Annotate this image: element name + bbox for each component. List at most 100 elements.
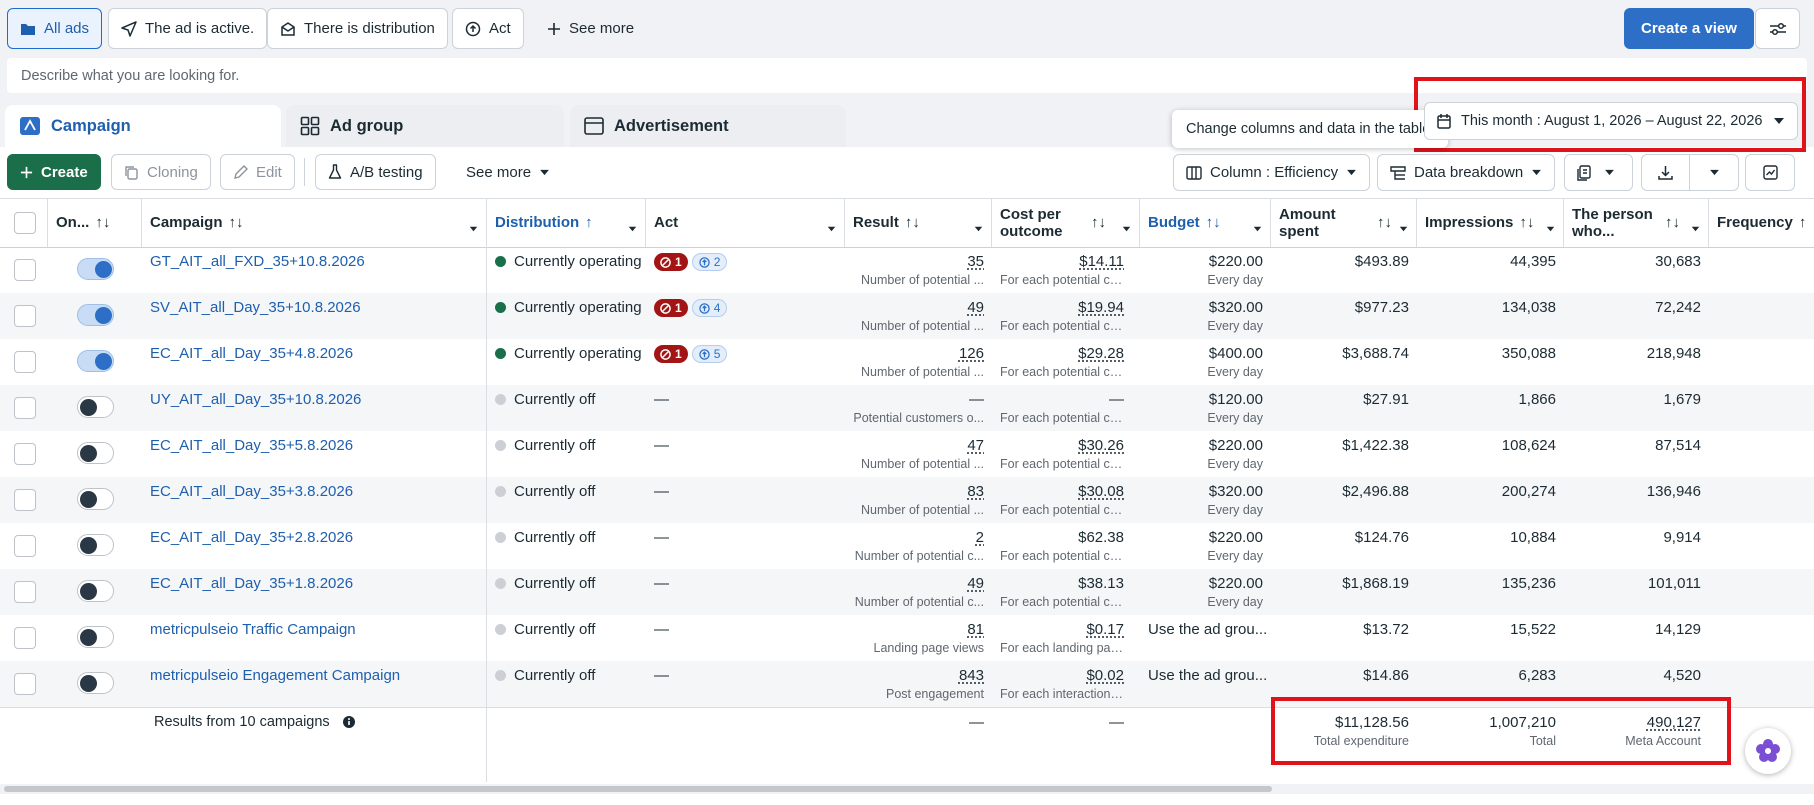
campaign-link[interactable]: SV_AIT_all_Day_35+10.8.2026 — [150, 299, 361, 316]
export-menu-button[interactable] — [1689, 154, 1739, 191]
campaign-toggle[interactable] — [77, 304, 114, 326]
campaign-link[interactable]: EC_AIT_all_Day_35+5.8.2026 — [150, 437, 353, 454]
result-cell: 126 Number of potential ... — [845, 339, 992, 385]
select-all-checkbox[interactable] — [14, 212, 36, 234]
campaign-link[interactable]: EC_AIT_all_Day_35+2.8.2026 — [150, 529, 353, 546]
row-checkbox[interactable] — [14, 489, 36, 511]
row-checkbox[interactable] — [14, 259, 36, 281]
error-badge[interactable]: 1 — [654, 299, 688, 317]
scrollbar-thumb[interactable] — [4, 786, 1272, 792]
distribution-filter[interactable]: There is distribution — [267, 8, 448, 49]
act-value: — — [654, 575, 669, 592]
campaign-link[interactable]: EC_AIT_all_Day_35+4.8.2026 — [150, 345, 353, 362]
ad-active-label: The ad is active. — [145, 20, 255, 37]
campaign-toggle[interactable] — [77, 626, 114, 648]
recommendation-badge[interactable]: 5 — [691, 345, 728, 363]
tab-ad-group-label: Ad group — [330, 116, 404, 135]
info-icon[interactable] — [342, 715, 356, 729]
act-filter[interactable]: Act — [452, 8, 524, 49]
table-row[interactable]: SV_AIT_all_Day_35+10.8.2026 Currently op… — [0, 293, 1814, 339]
table-row[interactable]: EC_AIT_all_Day_35+1.8.2026 Currently off… — [0, 569, 1814, 615]
ab-testing-label: A/B testing — [350, 163, 423, 181]
row-checkbox[interactable] — [14, 627, 36, 649]
data-breakdown-button[interactable]: Data breakdown — [1377, 154, 1556, 191]
campaign-toggle[interactable] — [77, 396, 114, 418]
campaign-link[interactable]: EC_AIT_all_Day_35+3.8.2026 — [150, 483, 353, 500]
table-row[interactable]: EC_AIT_all_Day_35+2.8.2026 Currently off… — [0, 523, 1814, 569]
table-row[interactable]: UY_AIT_all_Day_35+10.8.2026 Currently of… — [0, 385, 1814, 431]
campaign-link[interactable]: metricpulseio Engagement Campaign — [150, 667, 400, 684]
row-checkbox[interactable] — [14, 673, 36, 695]
campaign-link[interactable]: GT_AIT_all_FXD_35+10.8.2026 — [150, 253, 365, 270]
row-checkbox[interactable] — [14, 351, 36, 373]
ad-active-filter[interactable]: The ad is active. — [108, 8, 268, 49]
header-amount-spent[interactable]: Amount spent ↑↓ — [1271, 199, 1417, 247]
error-badge[interactable]: 1 — [654, 345, 688, 363]
row-checkbox[interactable] — [14, 535, 36, 557]
campaign-toggle[interactable] — [77, 350, 114, 372]
header-reach[interactable]: The person who... ↑↓ — [1564, 199, 1709, 247]
campaign-link[interactable]: metricpulseio Traffic Campaign — [150, 621, 356, 638]
ab-testing-button[interactable]: A/B testing — [315, 154, 436, 190]
header-budget[interactable]: Budget ↑↓ — [1140, 199, 1271, 247]
report-icon — [1577, 164, 1592, 181]
error-badge[interactable]: 1 — [654, 253, 688, 271]
date-range-picker[interactable]: This month : August 1, 2026 – August 22,… — [1424, 102, 1798, 140]
campaign-toggle[interactable] — [77, 258, 114, 280]
campaign-link[interactable]: EC_AIT_all_Day_35+1.8.2026 — [150, 575, 353, 592]
header-frequency[interactable]: Frequency ↑ — [1709, 199, 1814, 247]
assistant-button[interactable] — [1745, 728, 1791, 774]
recommendation-badge[interactable]: 2 — [691, 253, 728, 271]
table-row[interactable]: EC_AIT_all_Day_35+4.8.2026 Currently ope… — [0, 339, 1814, 385]
row-checkbox[interactable] — [14, 305, 36, 327]
header-cost-per-outcome[interactable]: Cost per outcome ↑↓ — [992, 199, 1140, 247]
create-view-button[interactable]: Create a view — [1624, 8, 1754, 49]
row-checkbox[interactable] — [14, 581, 36, 603]
recommendation-badge[interactable]: 4 — [691, 299, 728, 317]
status-text: Currently off — [514, 437, 596, 454]
campaign-toggle[interactable] — [77, 580, 114, 602]
tab-ad-group[interactable]: Ad group — [286, 105, 564, 147]
header-on-off[interactable]: On... ↑↓ — [48, 199, 142, 247]
campaign-toggle[interactable] — [77, 442, 114, 464]
sort-icon: ↑ — [1798, 214, 1807, 232]
tab-campaign[interactable]: Campaign — [5, 105, 281, 147]
error-count: 1 — [675, 255, 682, 269]
campaign-name-cell: GT_AIT_all_FXD_35+10.8.2026 — [142, 247, 487, 293]
toolbar-see-more-button[interactable]: See more — [454, 154, 562, 190]
campaign-toggle[interactable] — [77, 534, 114, 556]
row-checkbox[interactable] — [14, 397, 36, 419]
reports-button[interactable] — [1564, 154, 1633, 191]
horizontal-scrollbar[interactable] — [0, 784, 1814, 794]
table-row[interactable]: EC_AIT_all_Day_35+3.8.2026 Currently off… — [0, 477, 1814, 523]
act-value: — — [654, 667, 669, 684]
view-settings-button[interactable] — [1755, 8, 1800, 49]
create-button[interactable]: Create — [7, 154, 101, 190]
edit-button[interactable]: Edit — [220, 154, 295, 190]
export-button[interactable] — [1641, 154, 1690, 191]
header-act[interactable]: Act — [646, 199, 845, 247]
totals-cost-value: — — [1109, 714, 1124, 731]
campaign-toggle[interactable] — [77, 672, 114, 694]
all-ads-filter[interactable]: All ads — [7, 8, 103, 49]
header-distribution[interactable]: Distribution ↑ — [487, 199, 646, 247]
charts-button[interactable] — [1745, 154, 1795, 191]
columns-button[interactable]: Column : Efficiency — [1173, 154, 1371, 191]
act-cell: — — [646, 661, 845, 707]
see-more-filters-button[interactable]: See more — [535, 8, 646, 49]
header-impressions[interactable]: Impressions ↑↓ — [1417, 199, 1564, 247]
result-cell: 49 Number of potential c... — [845, 569, 992, 615]
row-checkbox[interactable] — [14, 443, 36, 465]
reach-cell: 72,242 — [1564, 293, 1709, 339]
header-campaign[interactable]: Campaign ↑↓ — [142, 199, 487, 247]
table-row[interactable]: GT_AIT_all_FXD_35+10.8.2026 Currently op… — [0, 247, 1814, 293]
table-row[interactable]: EC_AIT_all_Day_35+5.8.2026 Currently off… — [0, 431, 1814, 477]
campaign-toggle[interactable] — [77, 488, 114, 510]
table-row[interactable]: metricpulseio Traffic Campaign Currently… — [0, 615, 1814, 661]
header-result[interactable]: Result ↑↓ — [845, 199, 992, 247]
cloning-button[interactable]: Cloning — [111, 154, 211, 190]
campaign-link[interactable]: UY_AIT_all_Day_35+10.8.2026 — [150, 391, 361, 408]
tab-advertisement[interactable]: Advertisement — [570, 105, 846, 147]
cost-sub: For each potential cu... — [1000, 365, 1124, 379]
status-dot — [495, 670, 506, 681]
